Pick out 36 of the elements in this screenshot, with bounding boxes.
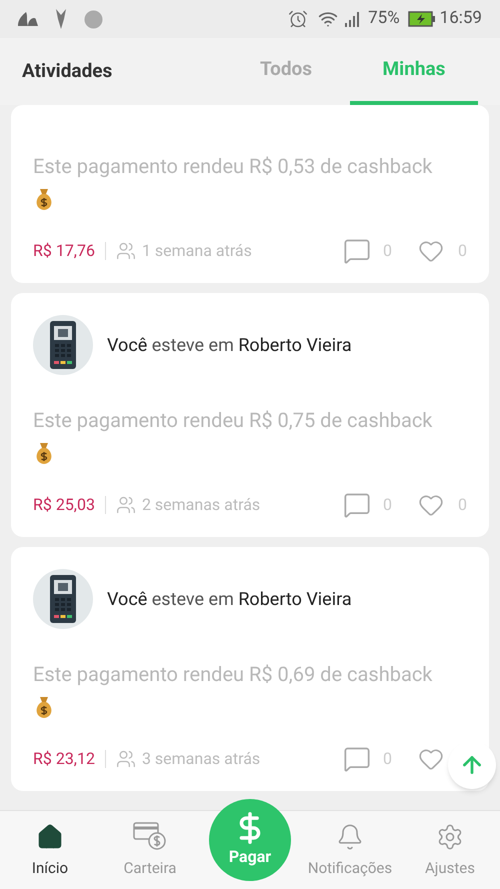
time-ago: 2 semanas atrás (142, 494, 260, 516)
activity-title: Você esteve em Roberto Vieira (107, 588, 352, 612)
pay-button[interactable]: Pagar (209, 799, 291, 881)
activity-title: Você esteve em Roberto Vieira (107, 334, 352, 358)
bell-icon (336, 822, 364, 850)
emblem-icon (56, 9, 66, 29)
cashback-message: Este pagamento rendeu R$ 0,53 de cashback (33, 153, 434, 180)
people-icon (116, 749, 136, 769)
cashback-message: Este pagamento rendeu R$ 0,75 de cashback (33, 407, 434, 434)
home-icon (36, 822, 64, 850)
comment-icon[interactable] (343, 237, 371, 265)
time-ago: 1 semana atrás (142, 240, 252, 262)
card-terminal-icon (48, 575, 78, 623)
settings-icon (436, 822, 464, 850)
nav-tab[interactable]: Notificações (300, 811, 400, 889)
circle-icon (84, 10, 103, 28)
nav-tab[interactable]: Ajustes (400, 811, 500, 889)
page-title: Atividades (22, 58, 112, 84)
wallet-card-icon (133, 820, 167, 850)
comment-icon[interactable] (343, 745, 371, 773)
payment-amount: R$ 25,03 (33, 494, 95, 516)
comment-icon[interactable] (343, 491, 371, 519)
nav-tab[interactable]: Carteira (100, 811, 200, 889)
battery-percent: 75% (368, 7, 400, 30)
payment-amount: R$ 17,76 (33, 240, 95, 262)
battery-charging-icon (408, 11, 436, 27)
payment-amount: R$ 23,12 (33, 748, 95, 770)
clock-time: 16:59 (440, 7, 482, 30)
cashback-message: Este pagamento rendeu R$ 0,69 de cashback (33, 661, 434, 688)
people-icon (116, 241, 136, 261)
card-terminal-icon (48, 321, 78, 369)
filter-tab[interactable]: Todos (222, 38, 350, 105)
alarm-icon (288, 9, 308, 29)
time-ago: 3 semanas atrás (142, 748, 260, 770)
people-icon (116, 495, 136, 515)
nav-tab[interactable]: Início (0, 811, 100, 889)
